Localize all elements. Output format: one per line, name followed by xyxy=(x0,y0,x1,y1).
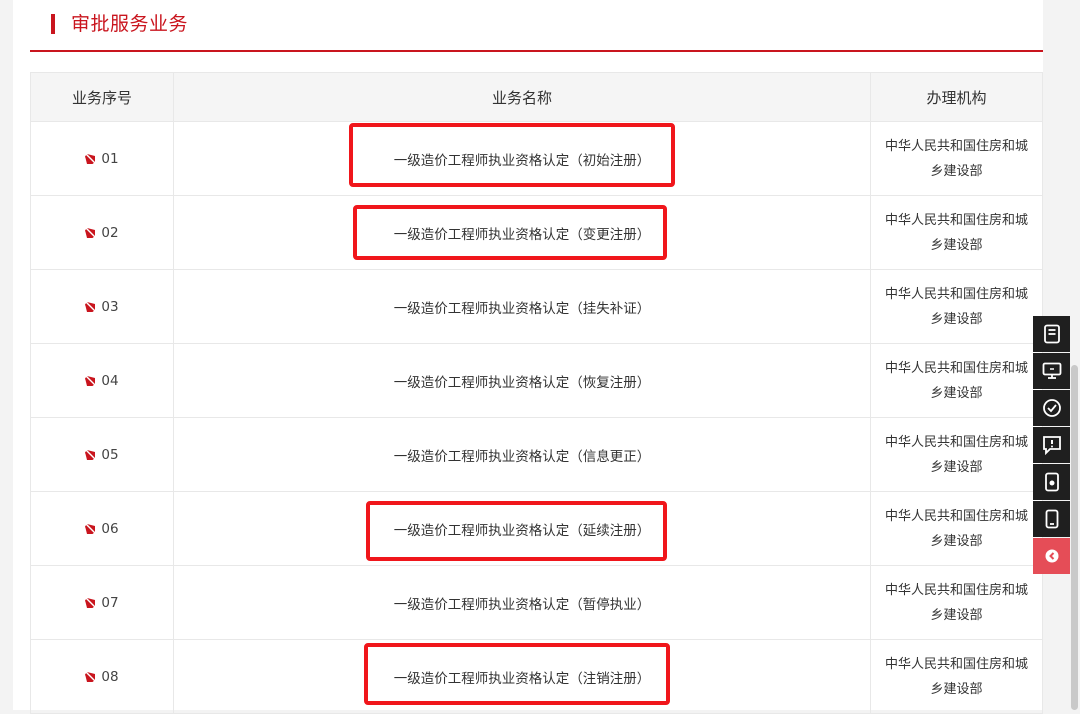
row-org-cell: 中华人民共和国住房和城 乡建设部 xyxy=(870,343,1043,418)
service-name-link[interactable]: 一级造价工程师执业资格认定（恢复注册） xyxy=(394,375,651,391)
row-org-cell: 中华人民共和国住房和城 乡建设部 xyxy=(870,639,1043,714)
org-name-line2: 乡建设部 xyxy=(930,237,983,253)
org-name-line1: 中华人民共和国住房和城 xyxy=(884,508,1028,524)
row-seq-number: 04 xyxy=(101,372,119,389)
row-org-cell: 中华人民共和国住房和城 乡建设部 xyxy=(870,565,1043,640)
row-name-cell[interactable]: 一级造价工程师执业资格认定（挂失补证） xyxy=(173,269,871,344)
row-org-cell: 中华人民共和国住房和城 乡建设部 xyxy=(870,269,1043,344)
org-name-line1: 中华人民共和国住房和城 xyxy=(884,582,1028,598)
tool-checklist-button[interactable] xyxy=(1033,390,1070,426)
org-name-line1: 中华人民共和国住房和城 xyxy=(884,286,1028,302)
row-seq-number: 03 xyxy=(101,298,119,315)
row-seq-number: 06 xyxy=(101,520,119,537)
row-seq-number: 05 xyxy=(101,446,119,463)
highlight-box xyxy=(349,123,675,187)
section-header: 审批服务业务 xyxy=(30,0,1043,52)
table-row[interactable]: 07 一级造价工程师执业资格认定（暂停执业） 中华人民共和国住房和城 乡建设部 xyxy=(30,565,1043,640)
tool-feedback-button[interactable] xyxy=(1033,427,1070,463)
org-name-line1: 中华人民共和国住房和城 xyxy=(884,212,1028,228)
row-org-cell: 中华人民共和国住房和城 乡建设部 xyxy=(870,195,1043,270)
org-name-line2: 乡建设部 xyxy=(930,459,983,475)
document-icon xyxy=(1043,324,1060,344)
phone-icon xyxy=(1045,509,1058,529)
row-seq-cell: 06 xyxy=(30,491,174,566)
side-toolbar xyxy=(1033,316,1070,575)
tool-document-button[interactable] xyxy=(1033,316,1070,352)
row-seq-cell: 02 xyxy=(30,195,174,270)
highlight-box xyxy=(364,643,670,705)
row-name-cell[interactable]: 一级造价工程师执业资格认定（暂停执业） xyxy=(173,565,871,640)
tool-monitor-button[interactable] xyxy=(1033,353,1070,389)
row-seq-cell: 03 xyxy=(30,269,174,344)
tool-mobile-service-button[interactable] xyxy=(1033,464,1070,500)
arrow-down-right-icon xyxy=(85,153,96,164)
section-title: 审批服务业务 xyxy=(71,13,189,35)
row-seq-cell: 04 xyxy=(30,343,174,418)
org-name-line1: 中华人民共和国住房和城 xyxy=(884,360,1028,376)
arrow-down-right-icon xyxy=(85,301,96,312)
table-header-row: 业务序号 业务名称 办理机构 xyxy=(30,72,1043,122)
row-seq-cell: 01 xyxy=(30,121,174,196)
highlight-box xyxy=(366,501,667,561)
highlight-box xyxy=(353,205,667,260)
row-seq-number: 01 xyxy=(101,150,119,167)
row-name-cell[interactable]: 一级造价工程师执业资格认定（恢复注册） xyxy=(173,343,871,418)
arrow-down-right-icon xyxy=(85,375,96,386)
service-name-link[interactable]: 一级造价工程师执业资格认定（信息更正） xyxy=(394,449,651,465)
header-org: 办理机构 xyxy=(870,72,1043,122)
table-row[interactable]: 04 一级造价工程师执业资格认定（恢复注册） 中华人民共和国住房和城 乡建设部 xyxy=(30,343,1043,418)
org-name-line2: 乡建设部 xyxy=(930,385,983,401)
org-name-line2: 乡建设部 xyxy=(930,533,983,549)
service-name-link[interactable]: 一级造价工程师执业资格认定（暂停执业） xyxy=(394,597,651,613)
row-seq-number: 07 xyxy=(101,594,119,611)
row-seq-cell: 07 xyxy=(30,565,174,640)
header-seq: 业务序号 xyxy=(30,72,174,122)
org-name-line2: 乡建设部 xyxy=(930,311,983,327)
row-seq-number: 02 xyxy=(101,224,119,241)
mobile-service-icon xyxy=(1044,472,1059,492)
service-name-link[interactable]: 一级造价工程师执业资格认定（挂失补证） xyxy=(394,301,651,317)
row-org-cell: 中华人民共和国住房和城 乡建设部 xyxy=(870,491,1043,566)
org-name-line1: 中华人民共和国住房和城 xyxy=(884,434,1028,450)
org-name-line2: 乡建设部 xyxy=(930,681,983,697)
org-name-line1: 中华人民共和国住房和城 xyxy=(884,138,1028,154)
table-row[interactable]: 03 一级造价工程师执业资格认定（挂失补证） 中华人民共和国住房和城 乡建设部 xyxy=(30,269,1043,344)
arrow-down-right-icon xyxy=(85,597,96,608)
feedback-icon xyxy=(1042,436,1061,455)
table-row[interactable]: 05 一级造价工程师执业资格认定（信息更正） 中华人民共和国住房和城 乡建设部 xyxy=(30,417,1043,492)
page-scrollbar[interactable] xyxy=(1071,365,1078,710)
title-accent-bar xyxy=(51,14,55,34)
row-seq-cell: 05 xyxy=(30,417,174,492)
row-seq-cell: 08 xyxy=(30,639,174,714)
header-name: 业务名称 xyxy=(173,72,871,122)
tool-phone-button[interactable] xyxy=(1033,501,1070,537)
row-org-cell: 中华人民共和国住房和城 乡建设部 xyxy=(870,417,1043,492)
org-name-line1: 中华人民共和国住房和城 xyxy=(884,656,1028,672)
checklist-icon xyxy=(1042,399,1061,417)
arrow-down-right-icon xyxy=(85,227,96,238)
back-top-icon xyxy=(1045,549,1058,563)
monitor-icon xyxy=(1042,362,1061,379)
row-seq-number: 08 xyxy=(101,668,119,685)
row-name-cell[interactable]: 一级造价工程师执业资格认定（信息更正） xyxy=(173,417,871,492)
org-name-line2: 乡建设部 xyxy=(930,163,983,179)
arrow-down-right-icon xyxy=(85,671,96,682)
row-org-cell: 中华人民共和国住房和城 乡建设部 xyxy=(870,121,1043,196)
back-to-top-button[interactable] xyxy=(1033,538,1070,574)
arrow-down-right-icon xyxy=(85,449,96,460)
org-name-line2: 乡建设部 xyxy=(930,607,983,623)
arrow-down-right-icon xyxy=(85,523,96,534)
